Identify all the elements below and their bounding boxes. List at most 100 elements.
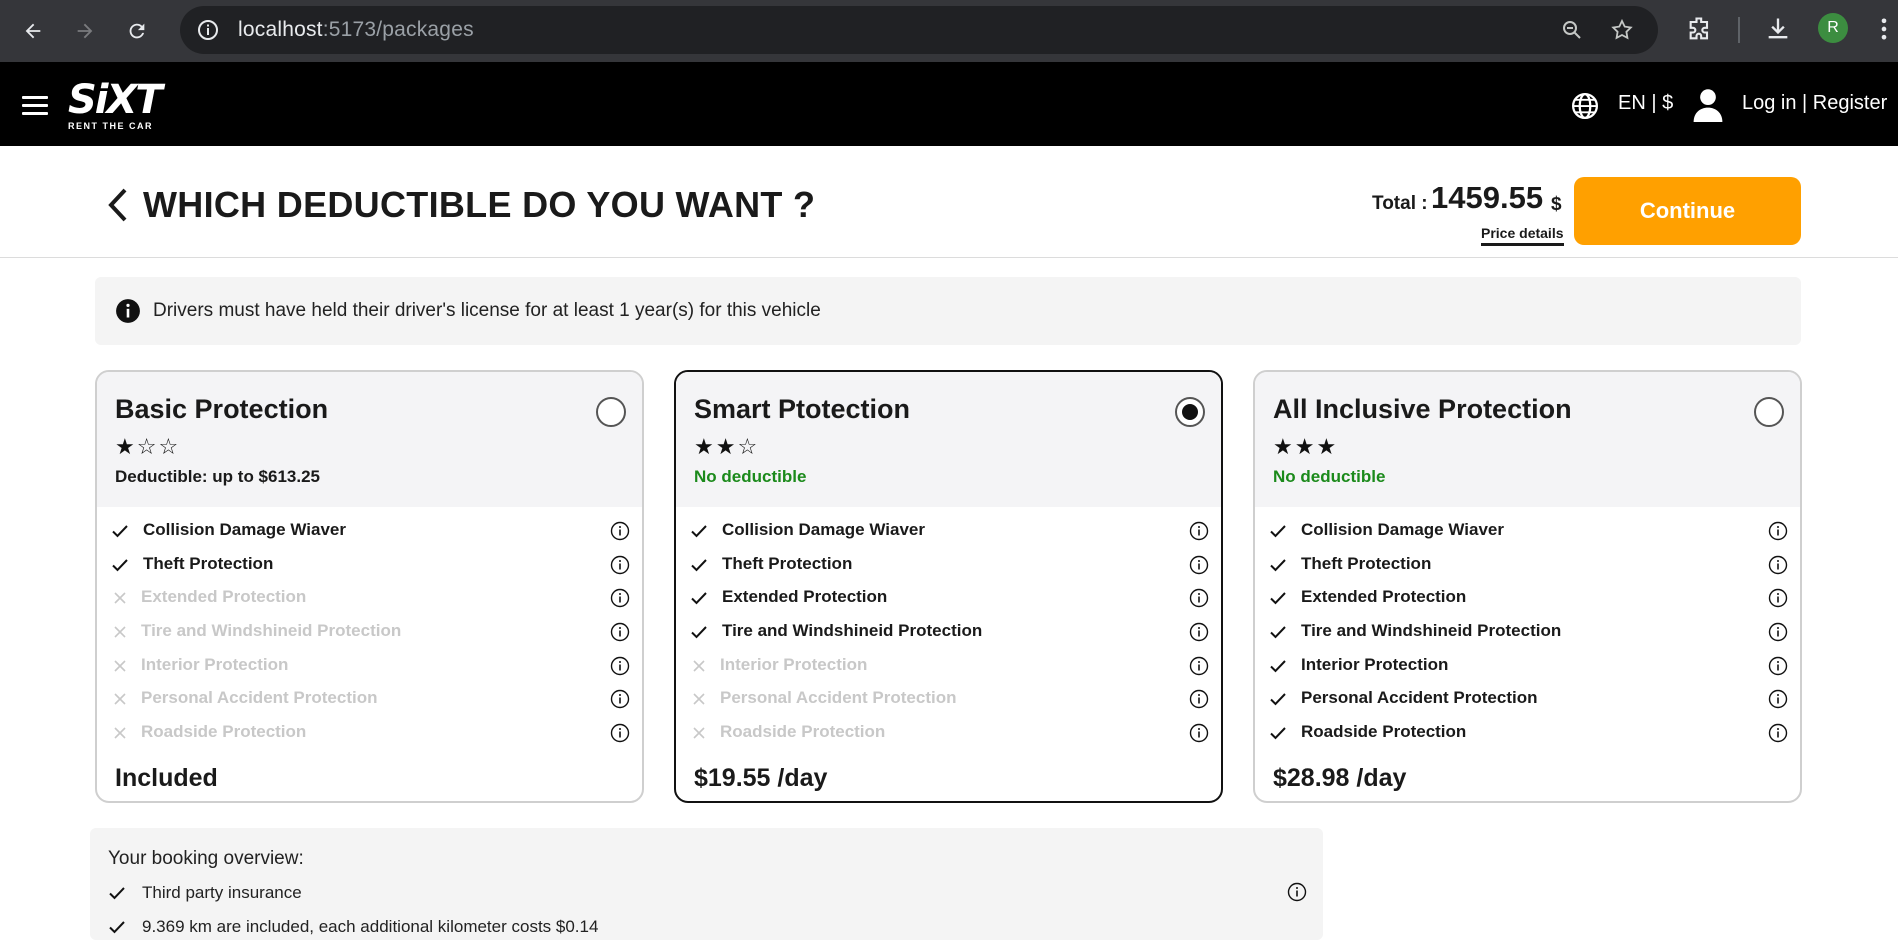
notice-text: Drivers must have held their driver's li… [153,300,821,321]
info-outline-icon[interactable] [1768,521,1788,541]
forward-icon[interactable] [66,12,104,50]
check-icon [1270,525,1286,538]
info-outline-icon[interactable] [1768,656,1788,676]
feature-list: Collision Damage Wiaver Theft Protection E… [97,517,642,753]
feature-row: Collision Damage Wiaver [1255,517,1800,551]
feature-row: Interior Protection [1255,652,1800,686]
check-icon [109,921,125,934]
sixt-logo[interactable]: SiXT RENT THE CAR [68,80,163,131]
feature-label: Interior Protection [141,654,289,674]
package-price: Included [115,764,218,792]
feature-row: Tire and Windshineid Protection [676,618,1221,652]
info-outline-icon[interactable] [1189,689,1209,709]
feature-row: Personal Accident Protection [97,685,642,719]
deductible-text: No deductible [1273,467,1386,486]
feature-label: Collision Damage Wiaver [143,520,346,539]
feature-row: Extended Protection [676,584,1221,618]
info-outline-icon[interactable] [1189,723,1209,743]
check-icon [1270,626,1286,639]
info-outline-icon[interactable] [610,689,630,709]
check-icon [1270,693,1286,706]
user-icon[interactable] [1692,88,1724,122]
more-menu-icon[interactable] [1876,15,1892,43]
check-icon [112,525,128,538]
star-rating: ★★★ [1273,434,1339,459]
extensions-icon[interactable] [1686,15,1714,43]
info-outline-icon[interactable] [610,723,630,743]
feature-row: Extended Protection [97,584,642,618]
feature-row: Roadside Protection [97,719,642,753]
check-icon [1270,558,1286,572]
total-label: Total : [1372,193,1428,214]
feature-label: Tire and Windshineid Protection [722,621,983,641]
info-outline-icon[interactable] [1768,723,1788,743]
info-outline-icon[interactable] [1189,622,1209,642]
info-outline-icon[interactable] [1768,689,1788,709]
check-icon [1270,592,1286,605]
feature-list: Collision Damage Wiaver Theft Protection E… [1255,517,1800,753]
overview-title: Your booking overview: [108,848,304,869]
menu-icon[interactable] [22,96,48,116]
star-rating: ★★☆ [694,434,760,459]
package-radio[interactable] [1175,397,1205,427]
check-icon [691,558,707,572]
back-icon[interactable] [14,12,52,50]
check-icon [1270,660,1286,673]
package-price: $28.98 /day [1273,764,1407,792]
price-details-link[interactable]: Price details [1481,225,1564,246]
login-register-link[interactable]: Log in | Register [1742,92,1887,115]
info-outline-icon[interactable] [610,555,630,575]
feature-label: Theft Protection [1301,553,1432,573]
feature-label: Extended Protection [722,587,888,607]
info-outline-icon[interactable] [610,521,630,541]
info-outline-icon[interactable] [1189,588,1209,608]
check-icon [1270,727,1286,740]
feature-row: Interior Protection [676,652,1221,686]
feature-label: Personal Accident Protection [1301,688,1538,708]
info-outline-icon[interactable] [1287,882,1307,902]
info-outline-icon[interactable] [1189,656,1209,676]
package-card[interactable]: All Inclusive Protection ★★★ No deductible… [1253,370,1802,803]
globe-icon[interactable] [1570,91,1600,121]
cross-icon [114,727,126,739]
package-card[interactable]: Smart Ptotection ★★☆ No deductible Collisio… [674,370,1223,803]
feature-label: Theft Protection [143,553,274,573]
info-outline-icon[interactable] [1189,555,1209,575]
site-info-icon[interactable] [196,18,220,42]
package-radio[interactable] [596,397,626,427]
feature-label: Tire and Windshineid Protection [141,621,402,641]
total-currency: $ [1551,194,1562,215]
check-icon [109,887,125,900]
address-bar[interactable]: localhost:5173/packages [180,6,1658,54]
info-outline-icon[interactable] [1189,521,1209,541]
chevron-left-icon[interactable] [106,187,130,223]
language-currency-selector[interactable]: EN | $ [1618,92,1673,115]
check-icon [691,525,707,538]
feature-label: Theft Protection [722,553,853,573]
bookmark-star-icon[interactable] [1610,18,1634,42]
cross-icon [693,693,705,706]
deductible-text: No deductible [694,467,807,486]
info-outline-icon[interactable] [1768,588,1788,608]
cross-icon [114,693,126,706]
info-outline-icon[interactable] [610,588,630,608]
package-card[interactable]: Basic Protection ★☆☆ Deductible: up to $61… [95,370,644,803]
download-icon[interactable] [1764,15,1792,43]
reload-icon[interactable] [118,12,156,50]
zoom-icon[interactable] [1560,18,1584,42]
feature-label: Personal Accident Protection [141,688,378,708]
info-outline-icon[interactable] [610,656,630,676]
check-icon [691,626,707,639]
feature-label: Tire and Windshineid Protection [1301,621,1562,641]
info-outline-icon[interactable] [1768,622,1788,642]
continue-button[interactable]: Continue [1574,177,1801,245]
total-amount: 1459.55 [1431,180,1544,215]
profile-avatar[interactable]: R [1818,13,1848,43]
feature-list: Collision Damage Wiaver Theft Protection E… [676,517,1221,753]
info-outline-icon[interactable] [610,622,630,642]
package-name: All Inclusive Protection [1273,394,1572,424]
info-outline-icon[interactable] [1768,555,1788,575]
feature-label: Extended Protection [1301,587,1467,607]
feature-row: Personal Accident Protection [1255,685,1800,719]
package-radio[interactable] [1754,397,1784,427]
